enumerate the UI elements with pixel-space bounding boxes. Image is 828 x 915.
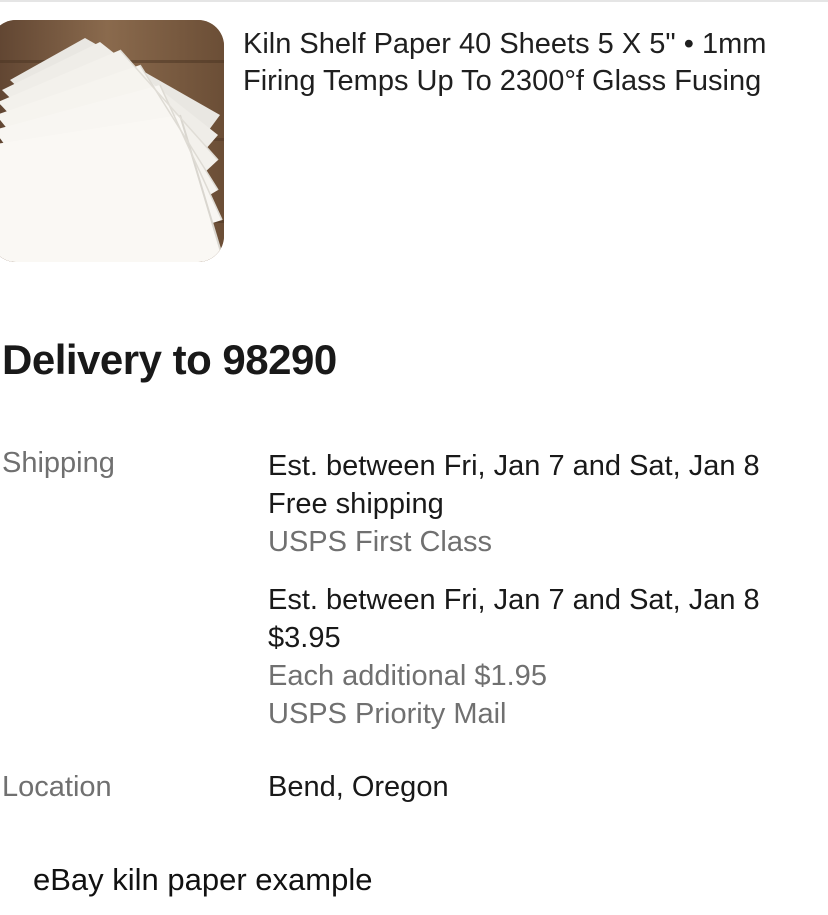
top-divider bbox=[0, 0, 828, 2]
shipping-service: USPS Priority Mail bbox=[268, 698, 507, 730]
product-header[interactable]: Kiln Shelf Paper 40 Sheets 5 X 5" • 1mm … bbox=[0, 20, 828, 262]
shipping-option: Est. between Fri, Jan 7 and Sat, Jan 8 $… bbox=[268, 581, 828, 733]
shipping-additional-cost: Each additional $1.95 bbox=[268, 660, 547, 692]
caption: eBay kiln paper example bbox=[33, 862, 373, 897]
product-title-line-2: Firing Temps Up To 2300°f Glass Fusing bbox=[243, 65, 762, 97]
product-title-line-1: Kiln Shelf Paper 40 Sheets 5 X 5" • 1mm bbox=[243, 28, 767, 60]
kiln-paper-image bbox=[0, 20, 224, 262]
shipping-estimate: Est. between Fri, Jan 7 and Sat, Jan 8 bbox=[268, 450, 760, 482]
shipping-price: Free shipping bbox=[268, 488, 444, 520]
shipping-label: Shipping bbox=[2, 447, 115, 479]
shipping-service: USPS First Class bbox=[268, 526, 492, 558]
delivery-heading: Delivery to 98290 bbox=[2, 336, 337, 383]
location-label: Location bbox=[2, 771, 112, 803]
shipping-option: Est. between Fri, Jan 7 and Sat, Jan 8 F… bbox=[268, 447, 828, 561]
shipping-price: $3.95 bbox=[268, 622, 341, 654]
product-title[interactable]: Kiln Shelf Paper 40 Sheets 5 X 5" • 1mm … bbox=[243, 26, 828, 100]
product-thumbnail[interactable] bbox=[0, 20, 224, 262]
location-value: Bend, Oregon bbox=[268, 771, 449, 803]
shipping-estimate: Est. between Fri, Jan 7 and Sat, Jan 8 bbox=[268, 584, 760, 616]
